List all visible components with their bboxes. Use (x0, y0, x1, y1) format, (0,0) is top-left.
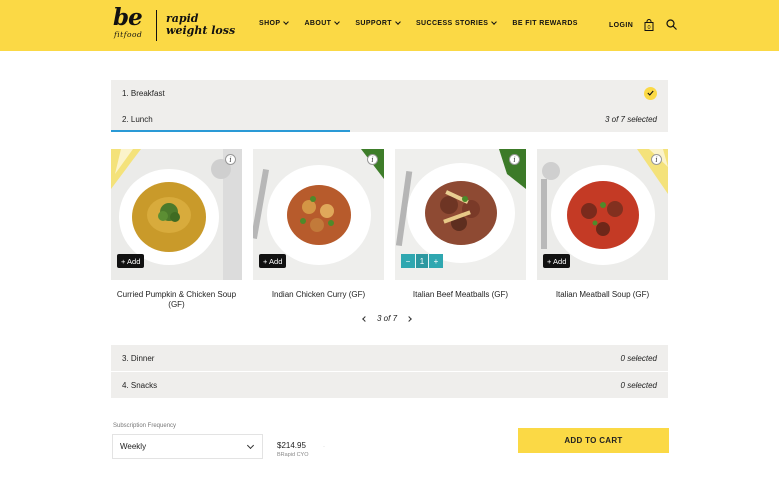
pager-label: 3 of 7 (377, 314, 398, 323)
price-subtitle: BRapid CYO (277, 452, 309, 458)
decrement-button[interactable]: − (401, 254, 415, 268)
nav-be-fit-rewards[interactable]: BE FIT REWARDS (512, 20, 578, 27)
section-dinner[interactable]: 3. Dinner 0 selected (111, 345, 668, 371)
product-card: i + Add Curried Pumpkin & Chicken Soup (… (111, 149, 242, 310)
add-button[interactable]: + Add (117, 254, 145, 268)
price: $214.95 (277, 441, 306, 450)
info-icon[interactable]: i (225, 154, 236, 165)
subscription-frequency-value: Weekly (120, 442, 147, 451)
product-name: Italian Beef Meatballs (GF) (412, 290, 509, 299)
logo-fitfood-text: fitfood (114, 30, 143, 39)
add-button[interactable]: + Add (543, 254, 571, 268)
logo[interactable]: be fitfood rapid weight loss (113, 4, 235, 43)
product-pager: 3 of 7 (362, 314, 412, 323)
be-fitfood-logo: be fitfood (113, 4, 147, 43)
section-breakfast-label: 1. Breakfast (122, 88, 165, 98)
increment-button[interactable]: + (429, 254, 443, 268)
section-dinner-label: 3. Dinner (122, 353, 155, 363)
nav-about[interactable]: ABOUT (304, 19, 341, 27)
subscription-frequency-label: Subscription Frequency (113, 423, 177, 429)
product-card: i − 1 + Italian Beef Meatballs (GF) (395, 149, 526, 300)
section-dinner-status: 0 selected (620, 353, 657, 363)
check-icon (644, 86, 657, 100)
product-name: Curried Pumpkin & Chicken Soup (GF) (116, 290, 237, 309)
chevron-down-icon (246, 441, 255, 449)
main-nav: SHOP ABOUT SUPPORT SUCCESS STORIES BE FI… (259, 19, 594, 27)
product-image[interactable]: i + Add (537, 149, 668, 280)
separator-dot: · (323, 444, 325, 450)
section-breakfast[interactable]: 1. Breakfast (111, 80, 668, 106)
section-lunch-status: 3 of 7 selected (604, 114, 657, 124)
product-name: Indian Chicken Curry (GF) (271, 290, 366, 299)
nav-support-label: SUPPORT (355, 20, 392, 27)
nav-about-label: ABOUT (304, 20, 332, 27)
product-name: Italian Meatball Soup (GF) (555, 290, 650, 299)
section-snacks-label: 4. Snacks (122, 380, 158, 390)
info-icon[interactable]: i (367, 154, 378, 165)
chevron-down-icon (395, 19, 401, 25)
logo-divider (156, 9, 157, 41)
nav-shop[interactable]: SHOP (259, 19, 290, 27)
nav-support[interactable]: SUPPORT (355, 19, 401, 27)
cart-count: 0 (647, 25, 650, 31)
logo-tagline-line2: weight loss (166, 24, 236, 37)
product-image[interactable]: i + Add (111, 149, 242, 280)
section-snacks-status: 0 selected (620, 380, 657, 390)
nav-success-stories-label: SUCCESS STORIES (415, 20, 489, 27)
section-lunch-label: 2. Lunch (122, 114, 153, 124)
nav-shop-label: SHOP (259, 20, 281, 27)
product-image[interactable]: i + Add (253, 149, 384, 280)
section-snacks[interactable]: 4. Snacks 0 selected (111, 372, 668, 398)
chevron-down-icon (334, 19, 341, 25)
quantity-stepper: − 1 + (401, 254, 443, 268)
chevron-down-icon (491, 19, 498, 25)
nav-success-stories[interactable]: SUCCESS STORIES (415, 19, 498, 27)
product-card: i + Add Italian Meatball Soup (GF) (537, 149, 668, 300)
chevron-down-icon (283, 19, 290, 25)
product-image[interactable]: i − 1 + (395, 149, 526, 280)
search-icon[interactable] (666, 19, 677, 30)
product-card: i + Add Indian Chicken Curry (GF) (253, 149, 384, 300)
add-button[interactable]: + Add (259, 254, 287, 268)
subscription-frequency-select[interactable]: Weekly (112, 434, 263, 459)
info-icon[interactable]: i (651, 154, 662, 165)
logo-be-text: be (113, 4, 143, 31)
active-tab-underline (111, 130, 350, 132)
add-to-cart-button[interactable]: ADD TO CART (518, 428, 669, 453)
cart-bag-icon[interactable]: 0 (644, 19, 654, 31)
login-link[interactable]: LOGIN (609, 22, 633, 29)
logo-tagline: rapid weight loss (166, 13, 235, 37)
section-lunch[interactable]: 2. Lunch 3 of 7 selected (111, 106, 668, 132)
nav-be-fit-rewards-label: BE FIT REWARDS (512, 20, 578, 27)
chevron-right-icon[interactable] (406, 315, 412, 322)
quantity-value: 1 (415, 254, 429, 268)
chevron-left-icon[interactable] (362, 315, 368, 322)
site-header: be fitfood rapid weight loss SHOP ABOUT … (0, 0, 779, 51)
info-icon[interactable]: i (509, 154, 520, 165)
